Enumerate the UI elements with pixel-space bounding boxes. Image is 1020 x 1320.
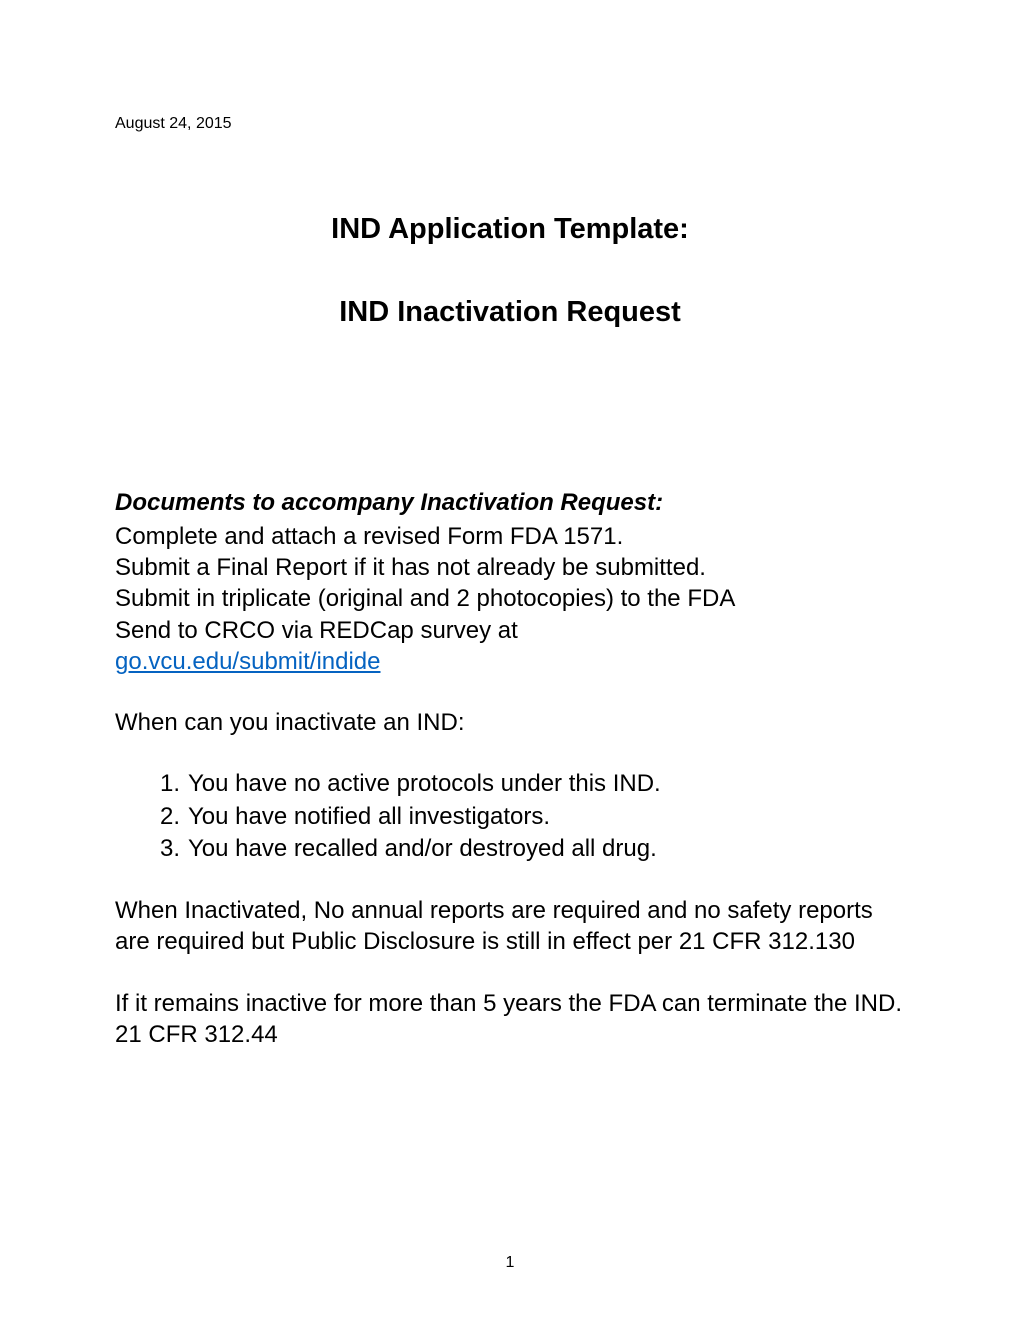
document-title: IND Application Template: xyxy=(115,213,905,246)
instruction-line: Submit a Final Report if it has not alre… xyxy=(115,552,905,583)
instruction-line: Send to CRCO via REDCap survey at xyxy=(115,615,905,646)
list-item: 3. You have recalled and/or destroyed al… xyxy=(160,833,905,865)
termination-paragraph: If it remains inactive for more than 5 y… xyxy=(115,988,905,1050)
list-number: 2. xyxy=(160,801,188,833)
instruction-line: Submit in triplicate (original and 2 pho… xyxy=(115,583,905,614)
criteria-list: 1. You have no active protocols under th… xyxy=(160,768,905,865)
document-subtitle: IND Inactivation Request xyxy=(115,296,905,329)
list-number: 3. xyxy=(160,833,188,865)
list-number: 1. xyxy=(160,768,188,800)
page-number: 1 xyxy=(0,1254,1020,1272)
instruction-line: Complete and attach a revised Form FDA 1… xyxy=(115,521,905,552)
list-item-text: You have recalled and/or destroyed all d… xyxy=(188,833,657,865)
section-heading: Documents to accompany Inactivation Requ… xyxy=(115,489,905,517)
list-item: 1. You have no active protocols under th… xyxy=(160,768,905,800)
instructions-block: Complete and attach a revised Form FDA 1… xyxy=(115,521,905,677)
list-item: 2. You have notified all investigators. xyxy=(160,801,905,833)
list-item-text: You have no active protocols under this … xyxy=(188,768,661,800)
inactivated-paragraph: When Inactivated, No annual reports are … xyxy=(115,895,905,957)
redcap-link[interactable]: go.vcu.edu/submit/indide xyxy=(115,648,381,675)
list-item-text: You have notified all investigators. xyxy=(188,801,550,833)
document-date: August 24, 2015 xyxy=(115,115,905,133)
question-text: When can you inactivate an IND: xyxy=(115,707,905,738)
